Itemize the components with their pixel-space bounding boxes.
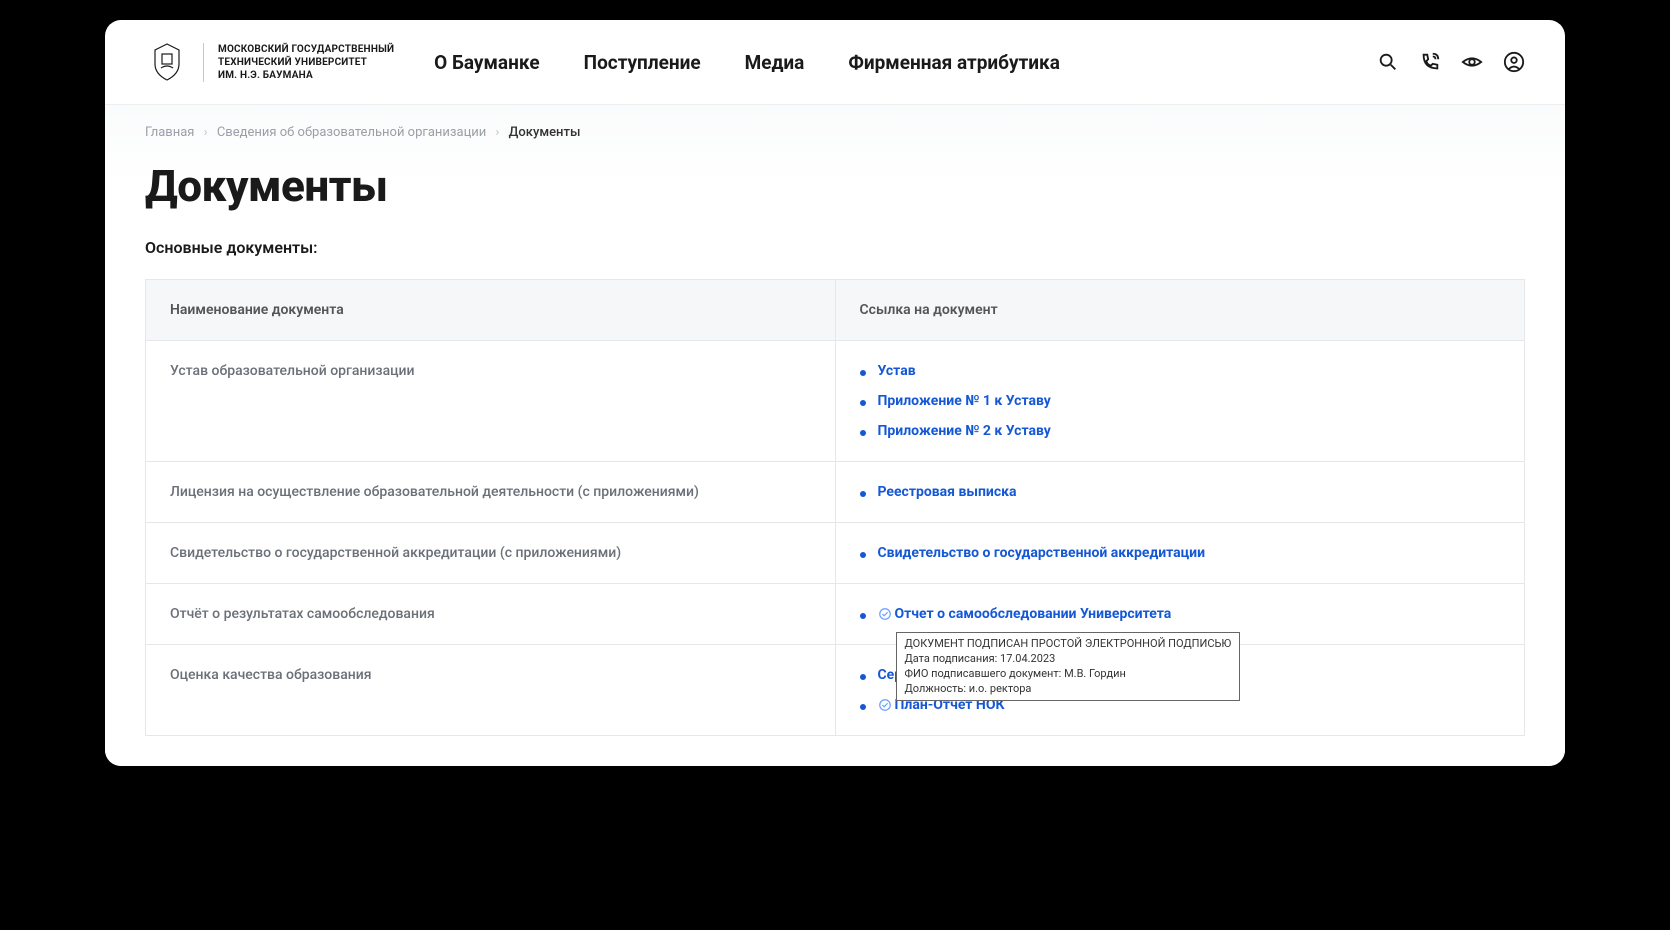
browser-window: МОСКОВСКИЙ ГОСУДАРСТВЕННЫЙ ТЕХНИЧЕСКИЙ У…	[105, 20, 1565, 766]
university-logo-icon	[145, 40, 189, 84]
phone-icon[interactable]	[1419, 51, 1441, 73]
user-icon[interactable]	[1503, 51, 1525, 73]
page-title: Документы	[145, 160, 1525, 212]
table-row: Свидетельство о государственной аккредит…	[146, 523, 1525, 584]
doc-name: Лицензия на осуществление образовательно…	[146, 462, 836, 523]
breadcrumb-home[interactable]: Главная	[145, 125, 194, 140]
breadcrumb-current: Документы	[509, 125, 581, 140]
chevron-right-icon: ›	[496, 125, 500, 140]
signature-title: ДОКУМЕНТ ПОДПИСАН ПРОСТОЙ ЭЛЕКТРОННОЙ ПО…	[905, 637, 1232, 652]
signature-icon	[878, 698, 892, 712]
doc-name: Отчёт о результатах самообследования	[146, 584, 836, 645]
signature-name: ФИО подписавшего документ: М.В. Гордин	[905, 667, 1232, 682]
doc-name: Оценка качества образования	[146, 645, 836, 736]
eye-icon[interactable]	[1461, 51, 1483, 73]
doc-links: Свидетельство о государственной аккредит…	[860, 545, 1501, 561]
table-row: Лицензия на осуществление образовательно…	[146, 462, 1525, 523]
breadcrumb: Главная › Сведения об образовательной ор…	[145, 125, 1525, 140]
page-content: Главная › Сведения об образовательной ор…	[105, 105, 1565, 766]
table-row: Оценка качества образования Сертификат Н…	[146, 645, 1525, 736]
table-row: Устав образовательной организации Устав …	[146, 341, 1525, 462]
table-header-link: Ссылка на документ	[835, 280, 1525, 341]
signature-date: Дата подписания: 17.04.2023	[905, 652, 1232, 667]
site-header: МОСКОВСКИЙ ГОСУДАРСТВЕННЫЙ ТЕХНИЧЕСКИЙ У…	[105, 20, 1565, 105]
nav-media[interactable]: Медиа	[745, 51, 805, 74]
section-subtitle: Основные документы:	[145, 238, 1525, 257]
search-icon[interactable]	[1377, 51, 1399, 73]
doc-links: Реестровая выписка	[860, 484, 1501, 500]
header-actions	[1377, 51, 1525, 73]
doc-link[interactable]: Устав	[878, 363, 916, 379]
table-row: Отчёт о результатах самообследования Отч…	[146, 584, 1525, 645]
signature-icon	[878, 607, 892, 621]
doc-name: Свидетельство о государственной аккредит…	[146, 523, 836, 584]
doc-link[interactable]: Реестровая выписка	[878, 484, 1017, 500]
nav-about[interactable]: О Бауманке	[434, 51, 539, 74]
table-header-name: Наименование документа	[146, 280, 836, 341]
doc-links: Устав Приложение № 1 к Уставу Приложение…	[860, 363, 1501, 439]
signature-position: Должность: и.о. ректора	[905, 682, 1232, 697]
doc-link[interactable]: Отчет о самообследовании Университета	[895, 606, 1172, 622]
doc-link[interactable]: Приложение № 2 к Уставу	[878, 423, 1051, 439]
breadcrumb-parent[interactable]: Сведения об образовательной организации	[217, 125, 486, 140]
doc-name: Устав образовательной организации	[146, 341, 836, 462]
logo-text: МОСКОВСКИЙ ГОСУДАРСТВЕННЫЙ ТЕХНИЧЕСКИЙ У…	[218, 43, 394, 82]
doc-link[interactable]: Приложение № 1 к Уставу	[878, 393, 1051, 409]
nav-admissions[interactable]: Поступление	[584, 51, 701, 74]
doc-link[interactable]: Свидетельство о государственной аккредит…	[878, 545, 1206, 561]
documents-table: Наименование документа Ссылка на докумен…	[145, 279, 1525, 736]
doc-links: Отчет о самообследовании Университета ДО…	[860, 606, 1501, 622]
main-nav: О Бауманке Поступление Медиа Фирменная а…	[434, 51, 1060, 74]
signature-tooltip: ДОКУМЕНТ ПОДПИСАН ПРОСТОЙ ЭЛЕКТРОННОЙ ПО…	[896, 632, 1241, 701]
nav-branding[interactable]: Фирменная атрибутика	[848, 51, 1060, 74]
chevron-right-icon: ›	[204, 125, 208, 140]
